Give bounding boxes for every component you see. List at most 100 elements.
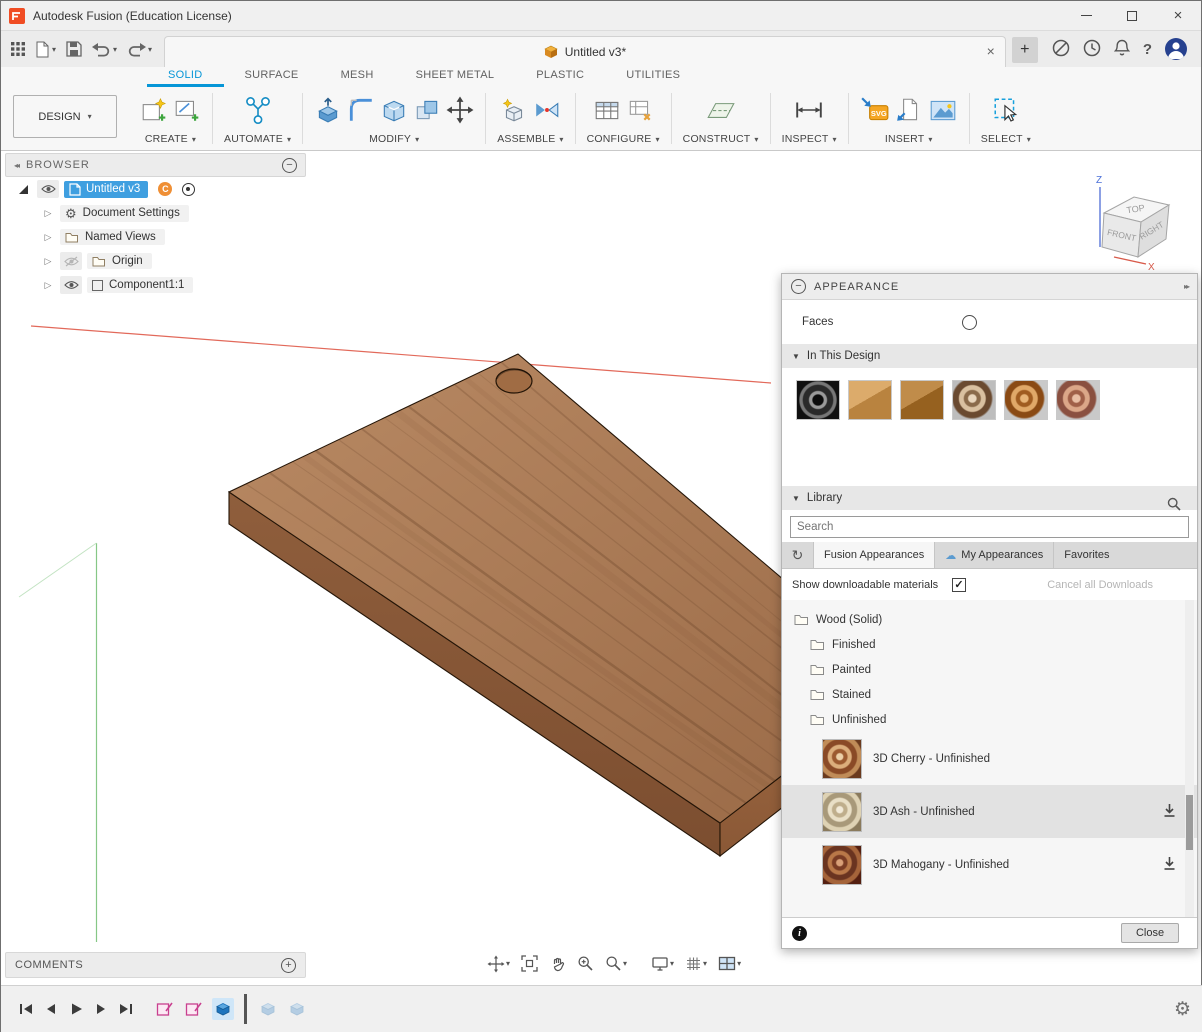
scrollbar[interactable]: [1185, 600, 1194, 917]
comments-bar[interactable]: COMMENTS +: [5, 952, 306, 978]
grid-snaps-button[interactable]: ▾: [681, 952, 711, 976]
fit-button[interactable]: [517, 952, 542, 976]
tab-mesh[interactable]: MESH: [320, 69, 395, 87]
go-to-end-button[interactable]: [113, 997, 138, 1021]
info-icon[interactable]: i: [792, 926, 807, 941]
timeline-sketch-feature-1[interactable]: [154, 998, 176, 1020]
minimize-button[interactable]: [1063, 1, 1109, 30]
faces-radio[interactable]: [962, 315, 977, 330]
browser-row-document-settings[interactable]: ▷ ⚙ Document Settings: [5, 201, 306, 225]
tab-utilities[interactable]: UTILITIES: [605, 69, 701, 87]
create-dropdown[interactable]: CREATE ▾: [145, 132, 196, 145]
browser-root-row[interactable]: Untitled v3 C: [5, 177, 306, 201]
tab-sheet-metal[interactable]: SHEET METAL: [395, 69, 516, 87]
save-button[interactable]: [66, 41, 82, 57]
job-status-clock-icon[interactable]: [1083, 39, 1101, 60]
browser-minimize-icon[interactable]: −: [282, 158, 297, 173]
pan-hand-button[interactable]: [545, 952, 570, 976]
browser-header[interactable]: ◂◂ BROWSER −: [5, 153, 306, 177]
browser-row-origin[interactable]: ▷ Origin: [5, 249, 306, 273]
display-settings-button[interactable]: ▾: [647, 952, 678, 976]
search-input[interactable]: [790, 516, 1189, 538]
new-sketch-icon[interactable]: [173, 96, 201, 127]
tab-close-icon[interactable]: ×: [987, 43, 995, 59]
notification-bell-icon[interactable]: [1114, 39, 1130, 60]
close-dialog-button[interactable]: Close: [1121, 923, 1179, 943]
tree-node-wood-solid[interactable]: Wood (Solid): [782, 607, 1197, 632]
timeline-settings-gear-icon[interactable]: ⚙: [1174, 998, 1191, 1021]
configure-table-icon[interactable]: [593, 96, 621, 127]
dock-panel-icon[interactable]: ▸▸: [1184, 282, 1188, 291]
fillet-icon[interactable]: [347, 96, 375, 127]
shell-icon[interactable]: [380, 96, 408, 127]
expander-icon[interactable]: ▷: [41, 280, 55, 291]
tab-fusion-appearances[interactable]: Fusion Appearances: [814, 542, 935, 568]
modify-dropdown[interactable]: MODIFY ▾: [369, 132, 419, 145]
new-tab-button[interactable]: +: [1012, 37, 1038, 63]
add-comment-icon[interactable]: +: [281, 958, 296, 973]
move-icon[interactable]: [446, 96, 474, 127]
viewcube[interactable]: Z X TOP FRONT RIGHT: [1086, 169, 1202, 282]
section-collapse-icon[interactable]: ▼: [792, 352, 800, 361]
configuration-icon[interactable]: [626, 96, 654, 127]
automate-dropdown[interactable]: AUTOMATE ▾: [224, 132, 291, 145]
insert-canvas-icon[interactable]: [928, 96, 958, 127]
create-sketch-icon[interactable]: [140, 96, 168, 127]
section-collapse-icon[interactable]: ▼: [792, 494, 800, 503]
material-row-ash[interactable]: 3D Ash - Unfinished: [782, 785, 1197, 838]
design-swatch-swirl-3[interactable]: [1056, 380, 1100, 420]
combine-icon[interactable]: [413, 96, 441, 127]
assemble-dropdown[interactable]: ASSEMBLE ▾: [497, 132, 563, 145]
design-swatch-swirl-1[interactable]: [952, 380, 996, 420]
browser-row-component[interactable]: ▷ Component1:1: [5, 273, 306, 297]
material-swatch[interactable]: [822, 845, 862, 885]
undo-button[interactable]: ▾: [92, 42, 117, 57]
section-in-this-design[interactable]: ▼ In This Design: [782, 344, 1197, 368]
update-badge-icon[interactable]: C: [158, 182, 172, 196]
play-button[interactable]: [63, 997, 88, 1021]
timeline-sketch-feature-2[interactable]: [183, 998, 205, 1020]
tree-node-painted[interactable]: Painted: [782, 657, 1197, 682]
tab-plastic[interactable]: PLASTIC: [515, 69, 605, 87]
design-swatch-wood-light[interactable]: [848, 380, 892, 420]
root-document-node[interactable]: Untitled v3: [64, 181, 148, 198]
collapse-panel-icon[interactable]: ◂◂: [14, 161, 18, 170]
tree-node-finished[interactable]: Finished: [782, 632, 1197, 657]
construct-dropdown[interactable]: CONSTRUCT ▾: [683, 132, 759, 145]
timeline-playhead[interactable]: [244, 994, 247, 1024]
joint-icon[interactable]: [533, 96, 561, 127]
browser-row-named-views[interactable]: ▷ Named Views: [5, 225, 306, 249]
expander-icon[interactable]: ▷: [41, 208, 55, 219]
extensions-icon[interactable]: [1052, 39, 1070, 60]
material-swatch[interactable]: [822, 739, 862, 779]
refresh-library-icon[interactable]: ↻: [782, 542, 814, 568]
step-back-button[interactable]: [38, 997, 63, 1021]
zoom-button[interactable]: ▾: [601, 952, 631, 976]
dialog-minimize-icon[interactable]: −: [791, 279, 806, 294]
insert-svg-icon[interactable]: SVG: [860, 96, 890, 127]
appearance-header[interactable]: − APPEARANCE ▸▸: [782, 274, 1197, 300]
tree-node-stained[interactable]: Stained: [782, 682, 1197, 707]
download-icon[interactable]: [1162, 856, 1177, 874]
go-to-start-button[interactable]: [13, 997, 38, 1021]
expander-icon[interactable]: ▷: [41, 232, 55, 243]
tab-surface[interactable]: SURFACE: [224, 69, 320, 87]
timeline-future-feature-2[interactable]: [286, 998, 308, 1020]
viewports-button[interactable]: ▾: [714, 952, 745, 976]
document-tab[interactable]: Untitled v3* ×: [164, 36, 1006, 67]
zoom-window-button[interactable]: [573, 952, 598, 976]
expander-icon[interactable]: ▷: [41, 256, 55, 267]
select-icon[interactable]: [992, 96, 1020, 127]
timeline-future-feature-1[interactable]: [257, 998, 279, 1020]
material-swatch[interactable]: [822, 792, 862, 832]
section-library[interactable]: ▼ Library: [782, 486, 1197, 510]
download-icon[interactable]: [1162, 803, 1177, 821]
automate-icon[interactable]: [242, 94, 274, 129]
press-pull-icon[interactable]: [314, 96, 342, 127]
maximize-button[interactable]: [1109, 1, 1155, 30]
material-row-cherry[interactable]: 3D Cherry - Unfinished: [782, 732, 1197, 785]
construct-plane-icon[interactable]: [705, 96, 737, 127]
search-icon[interactable]: [1167, 497, 1181, 514]
measure-icon[interactable]: [794, 96, 824, 127]
visibility-eye-icon[interactable]: [37, 180, 59, 198]
